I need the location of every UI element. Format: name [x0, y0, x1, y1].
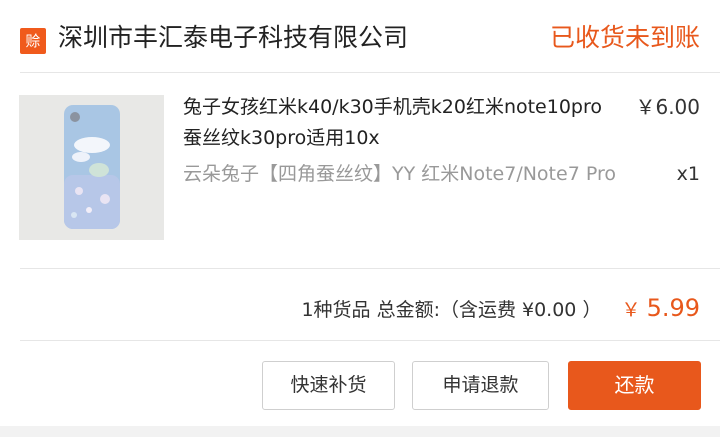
product-title[interactable]: 兔子女孩红米k40/k30手机壳k20红米note10pro蚕丝纹k30pro适… [183, 92, 613, 154]
footer-strip [0, 426, 720, 437]
phone-case-image [19, 95, 164, 240]
total-amount: 5.99 [646, 294, 700, 322]
repay-button[interactable]: 还款 [568, 361, 701, 410]
credit-badge: 赊 [20, 28, 46, 54]
order-header: 赊 深圳市丰汇泰电子科技有限公司 已收货未到账 [0, 0, 720, 72]
product-image[interactable] [19, 95, 164, 240]
order-item[interactable]: 兔子女孩红米k40/k30手机壳k20红米note10pro蚕丝纹k30pro适… [0, 72, 720, 268]
order-status: 已收货未到账 [549, 23, 700, 52]
product-sku: 云朵兔子【四角蚕丝纹】YY 红米Note7/Note7 Pro [183, 163, 616, 185]
currency-symbol: ￥ [621, 299, 641, 321]
product-price: ￥6.00 [635, 95, 700, 119]
order-summary: 1种货品 总金额:（含运费 ¥0.00 ） ￥ 5.99 [301, 290, 700, 326]
divider-middle [20, 268, 720, 269]
total-price: ￥ 5.99 [621, 294, 701, 322]
request-refund-button[interactable]: 申请退款 [412, 361, 549, 410]
product-quantity: x1 [676, 163, 700, 185]
summary-text: 1种货品 总金额:（含运费 ¥0.00 ） [301, 299, 602, 321]
quick-restock-button[interactable]: 快速补货 [262, 361, 395, 410]
shop-name[interactable]: 深圳市丰汇泰电子科技有限公司 [58, 18, 408, 58]
order-actions: 快速补货 申请退款 还款 [0, 340, 720, 437]
